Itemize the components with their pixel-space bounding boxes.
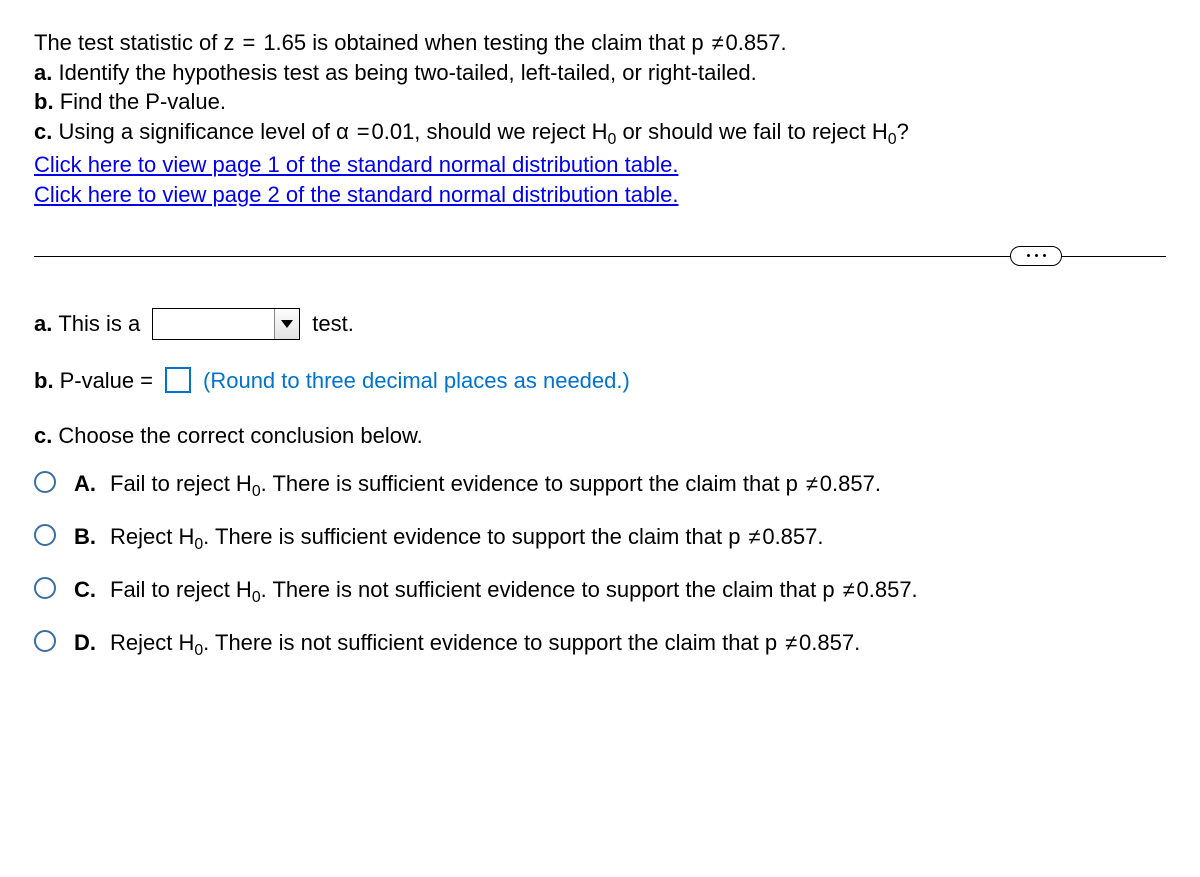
radio-icon [34, 577, 56, 599]
text: Find the P-value. [60, 89, 226, 114]
radio-icon [34, 524, 56, 546]
text: = [242, 30, 255, 55]
answer-b: b. P-value = (Round to three decimal pla… [34, 366, 1166, 396]
prompt-part-c: c. Using a significance level of α = 0.0… [34, 117, 1166, 150]
text: . There is sufficient evidence to suppor… [203, 524, 740, 549]
option-letter: A. [74, 469, 98, 502]
option-d[interactable]: D. Reject H0. There is not sufficient ev… [34, 628, 1166, 661]
text: Fail to reject H [110, 577, 252, 602]
subscript: 0 [888, 131, 897, 148]
divider [34, 246, 1166, 248]
text: ≠ [748, 524, 760, 549]
text: = [357, 119, 370, 144]
text: Using a significance level of α [58, 119, 348, 144]
option-label: B. Reject H0. There is sufficient eviden… [74, 522, 824, 555]
dot-icon [1035, 254, 1038, 257]
option-label: D. Reject H0. There is not sufficient ev… [74, 628, 860, 661]
link-table-page1[interactable]: Click here to view page 1 of the standar… [34, 150, 678, 180]
text: Fail to reject H [110, 471, 252, 496]
text: Identify the hypothesis test as being tw… [58, 60, 756, 85]
text: Reject H [110, 630, 194, 655]
label-b: b. [34, 89, 54, 114]
divider-line [34, 256, 1166, 257]
option-c[interactable]: C. Fail to reject H0. There is not suffi… [34, 575, 1166, 608]
prompt-intro: The test statistic of z = 1.65 is obtain… [34, 28, 1166, 58]
text: or should we fail to reject H [622, 119, 887, 144]
question-prompt: The test statistic of z = 1.65 is obtain… [34, 28, 1166, 210]
option-a[interactable]: A. Fail to reject H0. There is sufficien… [34, 469, 1166, 502]
option-label: C. Fail to reject H0. There is not suffi… [74, 575, 918, 608]
text: 0.857. [762, 524, 823, 549]
radio-group-conclusion: A. Fail to reject H0. There is sufficien… [34, 469, 1166, 662]
text: 0.857. [857, 577, 918, 602]
text: 0.857. [799, 630, 860, 655]
text: This is a [58, 309, 140, 339]
text: The test statistic of z [34, 30, 235, 55]
text: ? [897, 119, 909, 144]
option-text: Reject H0. There is not sufficient evide… [110, 628, 860, 661]
subscript: 0 [194, 642, 203, 659]
label-c: c. [34, 421, 52, 451]
label-a: a. [34, 60, 52, 85]
option-letter: D. [74, 628, 98, 661]
subscript: 0 [252, 483, 261, 500]
chevron-down-icon [274, 309, 299, 339]
answer-a: a. This is a test. [34, 308, 1166, 340]
radio-icon [34, 471, 56, 493]
option-letter: B. [74, 522, 98, 555]
option-text: Reject H0. There is sufficient evidence … [110, 522, 824, 555]
label-a: a. [34, 309, 52, 339]
option-text: Fail to reject H0. There is sufficient e… [110, 469, 881, 502]
text: . There is not sufficient evidence to su… [261, 577, 835, 602]
more-button[interactable] [1010, 246, 1062, 266]
text: ≠ [785, 630, 797, 655]
pvalue-input[interactable] [165, 367, 191, 393]
option-label: A. Fail to reject H0. There is sufficien… [74, 469, 881, 502]
dot-icon [1043, 254, 1046, 257]
text: 1.65 is obtained when testing the claim … [263, 30, 703, 55]
text: = [140, 366, 153, 396]
option-letter: C. [74, 575, 98, 608]
tail-type-dropdown[interactable] [152, 308, 300, 340]
text: Reject H [110, 524, 194, 549]
prompt-part-b: b. Find the P-value. [34, 87, 1166, 117]
text: ≠ [843, 577, 855, 602]
text: 0.857. [725, 30, 786, 55]
subscript: 0 [194, 536, 203, 553]
text: test. [312, 309, 354, 339]
text: 0.01, should we reject H [371, 119, 607, 144]
label-b: b. [34, 366, 54, 396]
text: . There is sufficient evidence to suppor… [261, 471, 798, 496]
option-b[interactable]: B. Reject H0. There is sufficient eviden… [34, 522, 1166, 555]
text: ≠ [806, 471, 818, 496]
text: P-value [60, 366, 135, 396]
text: . There is not sufficient evidence to su… [203, 630, 777, 655]
text: 0.857. [820, 471, 881, 496]
answers-block: a. This is a test. b. P-value = (Round t… [34, 308, 1166, 662]
subscript: 0 [252, 589, 261, 606]
subscript: 0 [608, 131, 617, 148]
prompt-part-a: a. Identify the hypothesis test as being… [34, 58, 1166, 88]
radio-icon [34, 630, 56, 652]
text: ≠ [712, 30, 724, 55]
answer-c-prompt: c. Choose the correct conclusion below. [34, 421, 1166, 451]
text: Choose the correct conclusion below. [58, 421, 422, 451]
label-c: c. [34, 119, 52, 144]
option-text: Fail to reject H0. There is not sufficie… [110, 575, 918, 608]
rounding-hint: (Round to three decimal places as needed… [203, 366, 630, 396]
dropdown-value [153, 309, 274, 339]
link-table-page2[interactable]: Click here to view page 2 of the standar… [34, 180, 678, 210]
dot-icon [1027, 254, 1030, 257]
